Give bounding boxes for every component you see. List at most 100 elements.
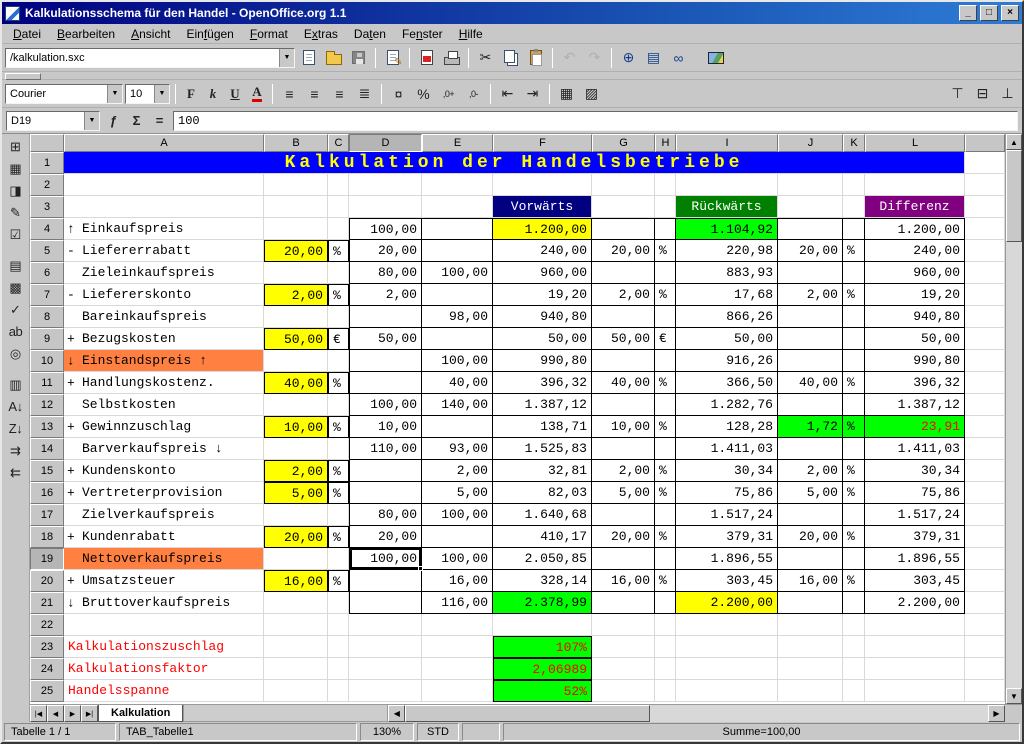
cell-C7[interactable]: % [328,284,349,306]
cell-G7[interactable]: 2,00 [592,284,655,306]
cell-E2[interactable] [422,174,493,196]
font-name-dropdown-icon[interactable]: ▼ [107,85,122,103]
cell-G11[interactable]: 40,00 [592,372,655,394]
cell-H21[interactable] [655,592,676,614]
cell-B22[interactable] [264,614,328,636]
cell-G20[interactable]: 16,00 [592,570,655,592]
cell-K12[interactable] [843,394,865,416]
open-icon[interactable] [322,47,345,69]
cell-A4[interactable]: ↑Einkaufspreis [64,218,264,240]
cell-A1[interactable]: Kalkulation der Handelsbetriebe [64,152,965,174]
cell-D9[interactable]: 50,00 [349,328,422,350]
cell-I5[interactable]: 220,98 [676,240,778,262]
cell-A25[interactable]: Handelsspanne [64,680,264,702]
cell-G23[interactable] [592,636,655,658]
cell-I11[interactable]: 366,50 [676,372,778,394]
align-center-icon[interactable]: ≡ [303,83,326,105]
cell-A2[interactable] [64,174,264,196]
cell-D20[interactable] [349,570,422,592]
cell-C21[interactable] [328,592,349,614]
scroll-right-icon[interactable]: ▶ [988,705,1005,722]
cell-I14[interactable]: 1.411,03 [676,438,778,460]
copy-icon[interactable] [499,47,522,69]
cell-E18[interactable] [422,526,493,548]
cell-D7[interactable]: 2,00 [349,284,422,306]
status-zoom[interactable]: 130% [360,723,414,741]
font-color-button[interactable]: A [247,83,267,105]
cell-H25[interactable] [655,680,676,702]
cell-K11[interactable]: % [843,372,865,394]
cell-A14[interactable]: Barverkaufspreis↓ [64,438,264,460]
choose-themes-icon[interactable]: ▩ [5,277,27,298]
cell-L14[interactable]: 1.411,03 [865,438,965,460]
cell-K20[interactable]: % [843,570,865,592]
cell-L9[interactable]: 50,00 [865,328,965,350]
row-header-3[interactable]: 3 [30,196,64,218]
cell-L20[interactable]: 303,45 [865,570,965,592]
cell-F11[interactable]: 396,32 [493,372,592,394]
cell-I10[interactable]: 916,26 [676,350,778,372]
cell-C3[interactable] [328,196,349,218]
cell-D14[interactable]: 110,00 [349,438,422,460]
menu-item-einfgen[interactable]: Einfügen [179,25,240,43]
cell-A19[interactable]: Nettoverkaufspreis [64,548,264,570]
underline-button[interactable]: U [225,83,245,105]
cell-E19[interactable]: 100,00 [422,548,493,570]
cell-J12[interactable] [778,394,843,416]
cell-A6[interactable]: Zieleinkaufspreis [64,262,264,284]
vertical-scroll-thumb[interactable] [1006,150,1022,242]
column-header-A[interactable]: A [64,134,264,152]
column-header-C[interactable]: C [328,134,349,152]
cell-E13[interactable] [422,416,493,438]
cell-D19[interactable]: 100,00 [349,548,422,570]
column-header-J[interactable]: J [778,134,843,152]
cell-F7[interactable]: 19,20 [493,284,592,306]
cell-I17[interactable]: 1.517,24 [676,504,778,526]
menu-item-hilfe[interactable]: Hilfe [452,25,490,43]
cell-J19[interactable] [778,548,843,570]
cell-J17[interactable] [778,504,843,526]
cut-icon[interactable]: ✂ [474,47,497,69]
prev-sheet-button[interactable]: ◀ [47,705,64,722]
cell-G2[interactable] [592,174,655,196]
cell-C6[interactable] [328,262,349,284]
cell-A16[interactable]: +Vertreterprovision [64,482,264,504]
menu-item-format[interactable]: Format [243,25,295,43]
currency-icon[interactable]: ¤ [387,83,410,105]
sort-descending-icon[interactable]: Z↓ [5,418,27,439]
font-name-value[interactable]: Courier [6,88,107,100]
cell-I23[interactable] [676,636,778,658]
cell-reference[interactable]: D19 [7,115,84,127]
cell-K3[interactable] [843,196,865,218]
cell-I25[interactable] [676,680,778,702]
row-header-6[interactable]: 6 [30,262,64,284]
cell-D18[interactable]: 20,00 [349,526,422,548]
cell-D12[interactable]: 100,00 [349,394,422,416]
next-sheet-button[interactable]: ▶ [64,705,81,722]
cell-C8[interactable] [328,306,349,328]
cell-C11[interactable]: % [328,372,349,394]
cell-J23[interactable] [778,636,843,658]
cell-B24[interactable] [264,658,328,680]
cell-C23[interactable] [328,636,349,658]
cell-J13[interactable]: 1,72 [778,416,843,438]
cell-G6[interactable] [592,262,655,284]
redo-icon[interactable]: ↷ [583,47,606,69]
hyperlink-icon[interactable]: ∞ [667,47,690,69]
cell-E16[interactable]: 5,00 [422,482,493,504]
cell-H24[interactable] [655,658,676,680]
increase-indent-icon[interactable]: ⇥ [521,83,544,105]
cell-G18[interactable]: 20,00 [592,526,655,548]
fill-handle[interactable] [418,566,423,571]
column-header-F[interactable]: F [493,134,592,152]
cell-K14[interactable] [843,438,865,460]
cell-J2[interactable] [778,174,843,196]
cell-J8[interactable] [778,306,843,328]
cell-D15[interactable] [349,460,422,482]
cell-L6[interactable]: 960,00 [865,262,965,284]
cell-E15[interactable]: 2,00 [422,460,493,482]
cell-G15[interactable]: 2,00 [592,460,655,482]
cell-K21[interactable] [843,592,865,614]
sum-icon[interactable]: Σ [126,111,147,131]
percent-icon[interactable]: % [412,83,435,105]
